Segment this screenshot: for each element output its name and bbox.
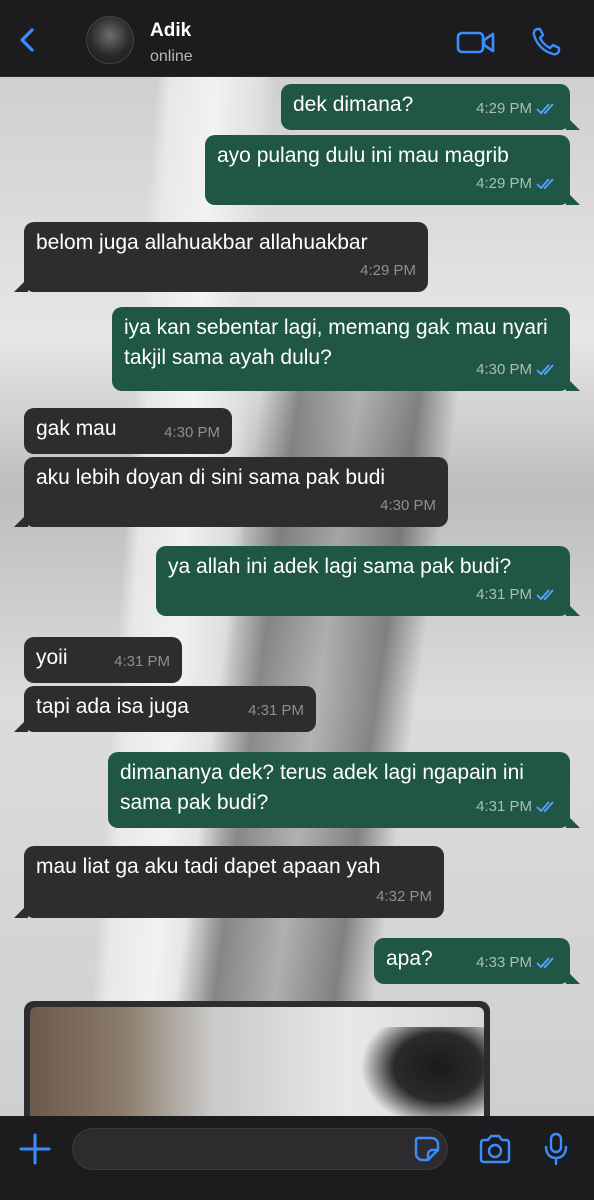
- contact-status: online: [150, 48, 193, 65]
- image-message-photo-detail: [360, 1027, 490, 1127]
- phone-icon[interactable]: [530, 26, 562, 58]
- message-time: 4:31 PM: [114, 653, 170, 670]
- double-check-icon: [536, 364, 554, 376]
- message-time: 4:33 PM: [476, 954, 532, 971]
- message-bubble-outgoing[interactable]: ya allah ini adek lagi sama pak budi? 4:…: [156, 546, 580, 616]
- message-text: belom juga allahuakbar allahuakbar: [36, 231, 368, 254]
- message-meta: 4:31 PM: [476, 580, 558, 610]
- message-time: 4:29 PM: [360, 262, 416, 279]
- message-time: 4:31 PM: [476, 798, 532, 815]
- avatar[interactable]: [86, 16, 134, 64]
- chevron-left-icon[interactable]: [14, 26, 42, 54]
- double-check-icon: [536, 178, 554, 190]
- composer-bar: [0, 1116, 594, 1200]
- message-input[interactable]: [72, 1128, 448, 1170]
- message-meta: 4:30 PM: [380, 491, 436, 521]
- message-meta: 4:31 PM: [248, 696, 304, 726]
- message-meta: 4:29 PM: [476, 94, 558, 124]
- message-meta: 4:31 PM: [476, 792, 558, 822]
- plus-icon[interactable]: [18, 1132, 52, 1166]
- message-time: 4:30 PM: [164, 424, 220, 441]
- message-text: ya allah ini adek lagi sama pak budi?: [168, 555, 512, 578]
- double-check-icon: [536, 103, 554, 115]
- message-text: mau liat ga aku tadi dapet apaan yah: [36, 855, 381, 878]
- message-text: yoii: [36, 646, 68, 669]
- sticker-icon[interactable]: [414, 1136, 440, 1162]
- message-meta: 4:30 PM: [164, 418, 220, 448]
- message-text: gak mau: [36, 417, 117, 440]
- message-text: aku lebih doyan di sini sama pak budi: [36, 466, 386, 489]
- message-time: 4:29 PM: [476, 175, 532, 192]
- message-time: 4:31 PM: [248, 702, 304, 719]
- double-check-icon: [536, 957, 554, 969]
- message-time: 4:29 PM: [476, 100, 532, 117]
- message-text: dek dimana?: [293, 93, 414, 116]
- message-bubble-incoming[interactable]: mau liat ga aku tadi dapet apaan yah 4:3…: [14, 846, 444, 918]
- chat-header: Adik online: [0, 0, 594, 77]
- image-message[interactable]: [24, 1001, 490, 1131]
- message-text: ayo pulang dulu ini mau magrib: [217, 144, 509, 167]
- message-time: 4:32 PM: [376, 888, 432, 905]
- message-bubble-incoming[interactable]: yoii 4:31 PM: [24, 637, 182, 683]
- message-bubble-outgoing[interactable]: dimananya dek? terus adek lagi ngapain i…: [108, 752, 580, 828]
- message-bubble-incoming[interactable]: aku lebih doyan di sini sama pak budi 4:…: [14, 457, 448, 527]
- message-text: dimananya dek? terus adek lagi ngapain i…: [120, 761, 524, 814]
- message-text: apa?: [386, 947, 433, 970]
- microphone-icon[interactable]: [544, 1132, 568, 1166]
- message-bubble-outgoing[interactable]: dek dimana? 4:29 PM: [281, 84, 580, 130]
- camera-icon[interactable]: [478, 1134, 512, 1164]
- message-bubble-outgoing[interactable]: iya kan sebentar lagi, memang gak mau ny…: [112, 307, 580, 391]
- message-meta: 4:32 PM: [376, 882, 432, 912]
- message-time: 4:30 PM: [476, 361, 532, 378]
- message-bubble-outgoing[interactable]: apa? 4:33 PM: [374, 938, 580, 984]
- contact-name[interactable]: Adik: [150, 20, 191, 42]
- message-text: tapi ada isa juga: [36, 695, 189, 718]
- double-check-icon: [536, 801, 554, 813]
- image-message-photo[interactable]: [30, 1007, 490, 1131]
- message-meta: 4:29 PM: [360, 256, 416, 286]
- message-meta: 4:31 PM: [114, 647, 170, 677]
- message-time: 4:31 PM: [476, 586, 532, 603]
- message-meta: 4:30 PM: [476, 355, 558, 385]
- message-bubble-incoming[interactable]: tapi ada isa juga 4:31 PM: [14, 686, 316, 732]
- message-bubble-incoming[interactable]: gak mau 4:30 PM: [24, 408, 232, 454]
- video-camera-icon[interactable]: [456, 28, 496, 56]
- double-check-icon: [536, 589, 554, 601]
- message-bubble-outgoing[interactable]: ayo pulang dulu ini mau magrib 4:29 PM: [205, 135, 580, 205]
- message-meta: 4:33 PM: [476, 948, 558, 978]
- message-meta: 4:29 PM: [476, 169, 558, 199]
- message-time: 4:30 PM: [380, 497, 436, 514]
- message-bubble-incoming[interactable]: belom juga allahuakbar allahuakbar 4:29 …: [14, 222, 428, 292]
